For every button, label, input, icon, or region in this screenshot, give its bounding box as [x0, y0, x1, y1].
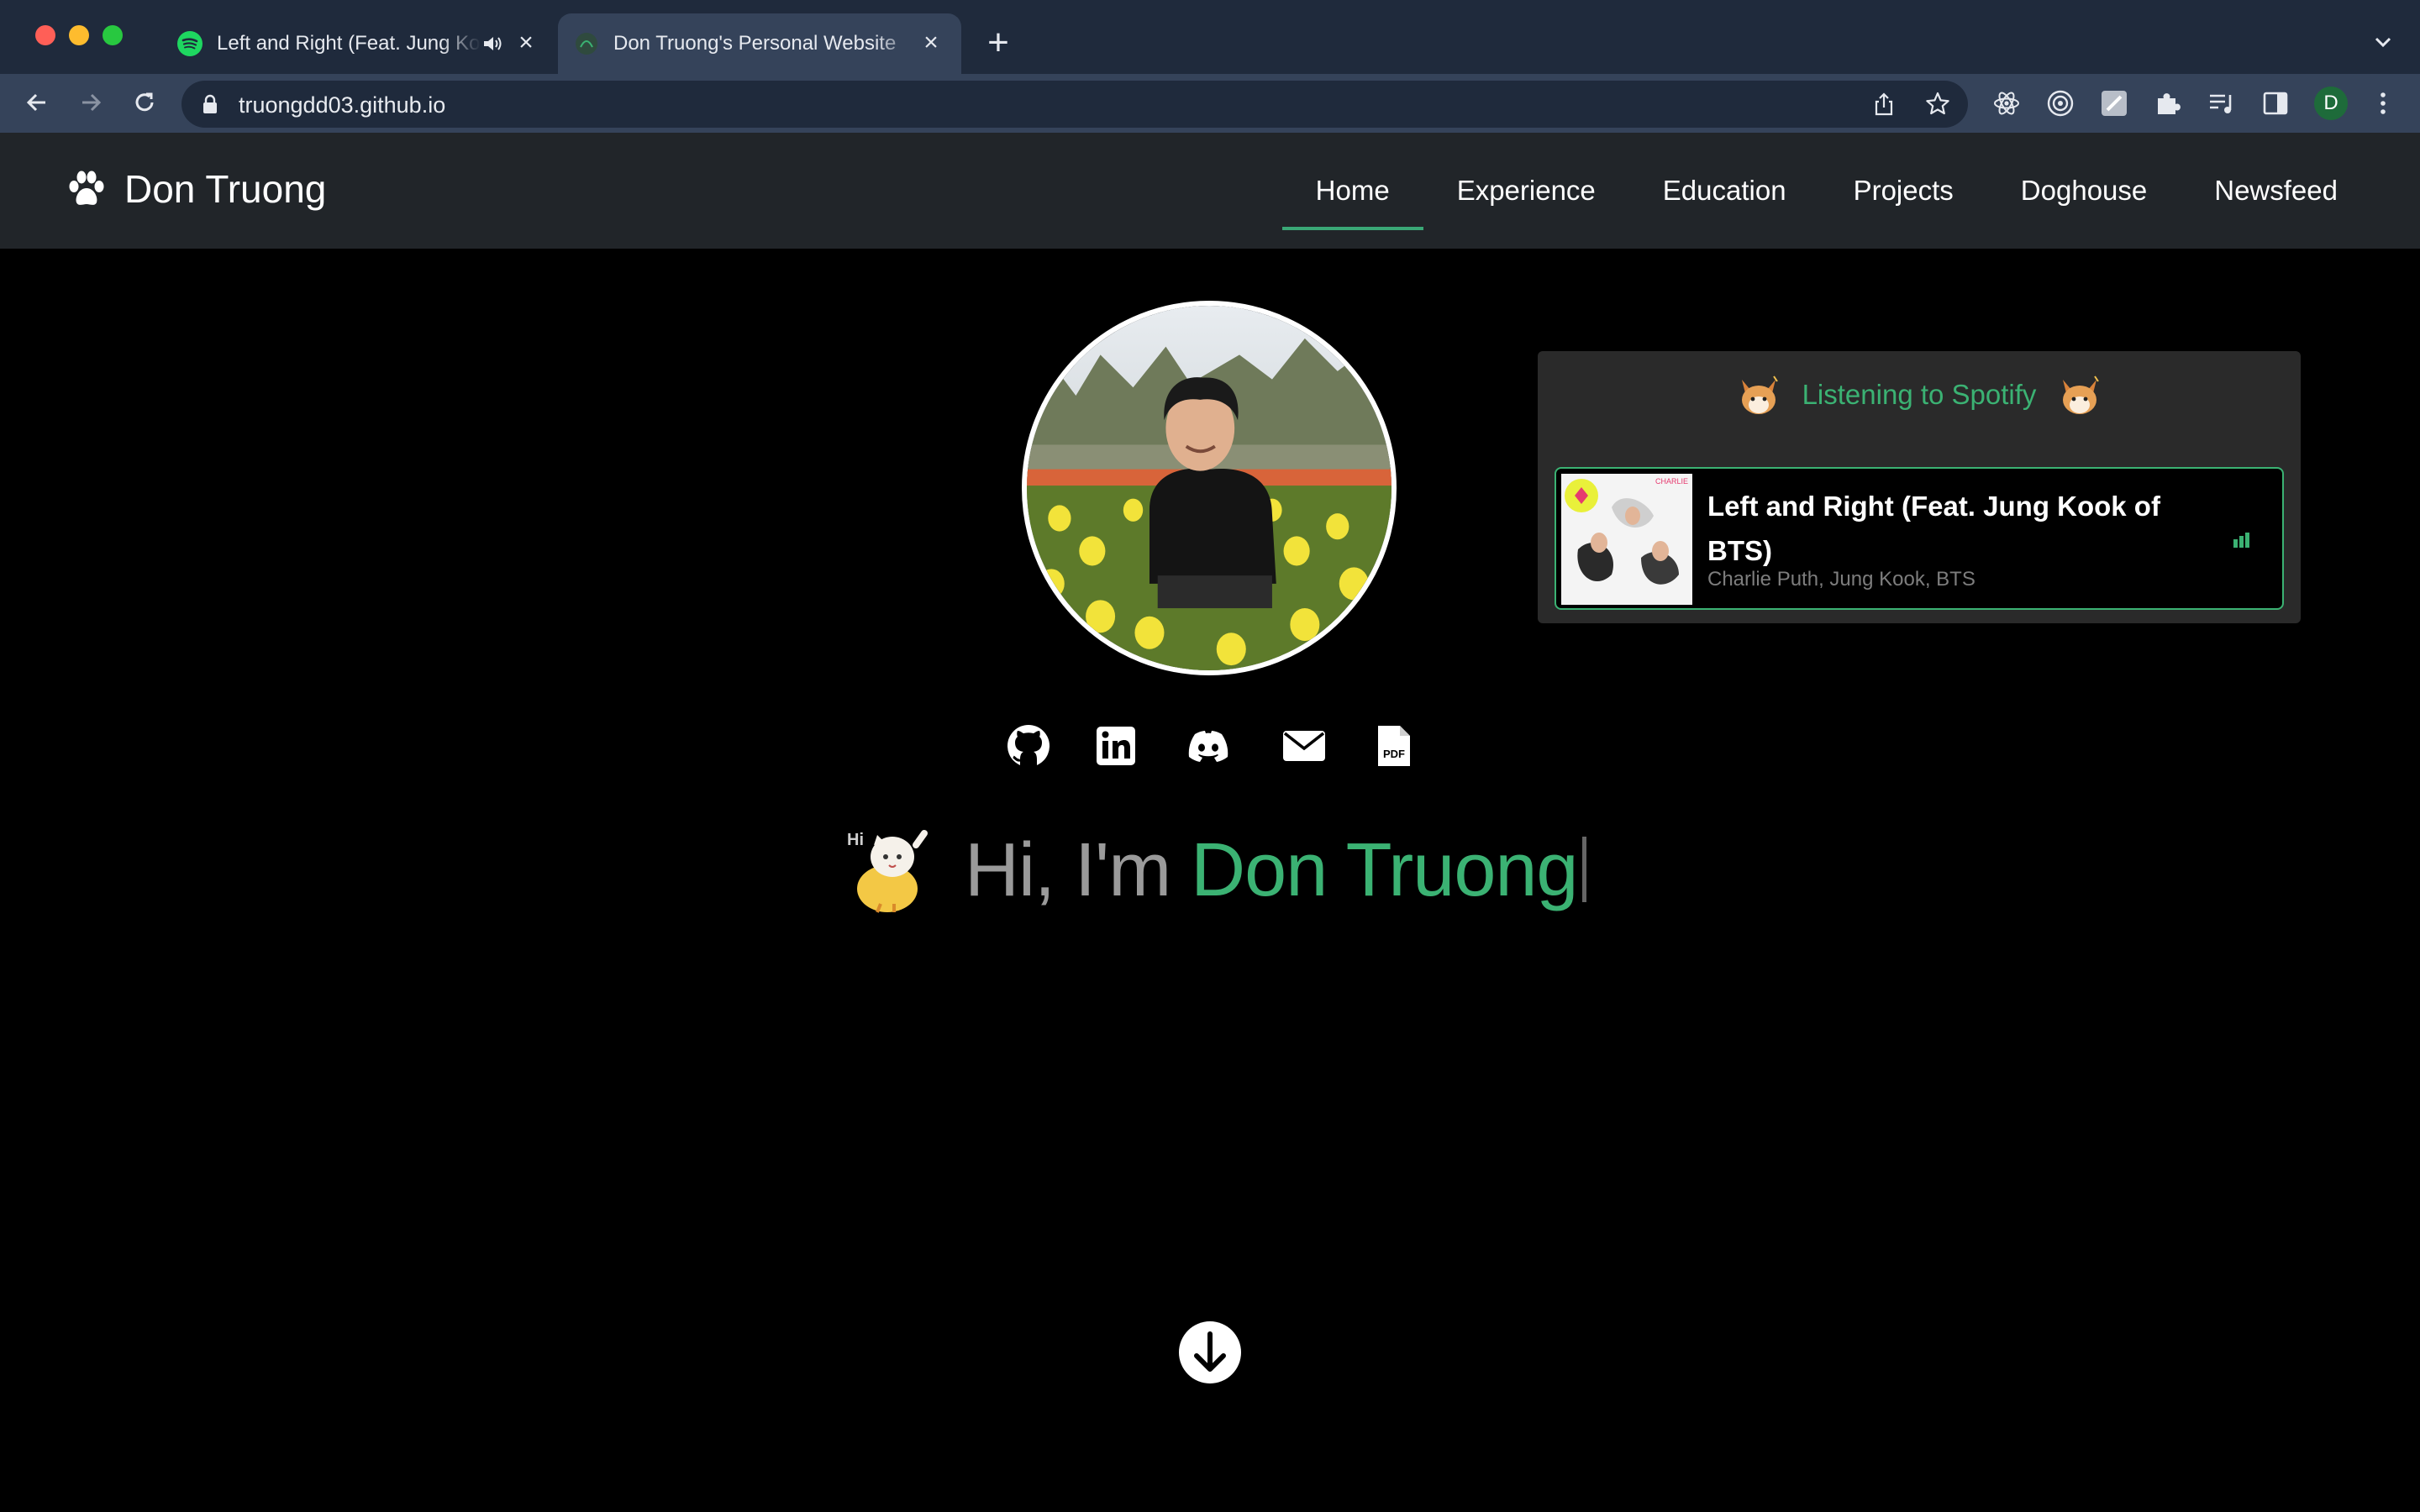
- hero-section: Listening to Spotify CHARLIE Left and Ri…: [0, 249, 2420, 1512]
- lock-icon[interactable]: [202, 94, 218, 114]
- nav-experience[interactable]: Experience: [1423, 133, 1629, 249]
- address-bar[interactable]: truongdd03.github.io: [182, 81, 1968, 128]
- discord-icon[interactable]: [1185, 722, 1232, 769]
- nav-newsfeed[interactable]: Newsfeed: [2181, 133, 2371, 249]
- side-panel-icon[interactable]: [2260, 88, 2291, 118]
- greeting-name: Don Truong: [1191, 827, 1578, 912]
- target-extension-icon[interactable]: [2045, 88, 2075, 118]
- svg-text:CHARLIE: CHARLIE: [1655, 477, 1688, 486]
- puzzle-icon[interactable]: [2153, 88, 2183, 118]
- more-menu-icon[interactable]: [2368, 88, 2398, 118]
- spotify-heading-label: Listening to Spotify: [1802, 379, 2037, 410]
- back-icon[interactable]: [20, 86, 54, 119]
- fox-sticker-icon: [2063, 375, 2100, 414]
- forward-icon[interactable]: [74, 86, 108, 119]
- speaker-icon[interactable]: [481, 32, 504, 55]
- svg-text:Hi: Hi: [847, 831, 864, 849]
- brand-link[interactable]: Don Truong: [66, 166, 326, 212]
- profile-avatar[interactable]: D: [2314, 87, 2348, 120]
- zoom-window-button[interactable]: [103, 25, 123, 45]
- close-window-button[interactable]: [35, 25, 55, 45]
- nav-home[interactable]: Home: [1281, 133, 1423, 249]
- paw-icon: [69, 171, 104, 205]
- fox-sticker-icon: [1741, 375, 1778, 414]
- album-cover: CHARLIE: [1561, 474, 1692, 605]
- profile-photo: [1022, 301, 1397, 675]
- close-tab-icon[interactable]: ×: [514, 30, 538, 55]
- social-links: PDF: [1005, 722, 1417, 769]
- now-playing-track[interactable]: CHARLIE Left and Right (Feat. Jung Kook …: [1555, 467, 2284, 610]
- greeting-prefix: Hi, I'm: [965, 827, 1192, 912]
- close-tab-icon[interactable]: ×: [919, 30, 943, 55]
- mail-icon[interactable]: [1281, 722, 1328, 769]
- url-text: truongdd03.github.io: [239, 92, 446, 118]
- minimize-window-button[interactable]: [69, 25, 89, 45]
- arrow-down-circle-icon[interactable]: [1178, 1320, 1242, 1384]
- tab-spotify[interactable]: Left and Right (Feat. Jung Kook of BTS) …: [161, 13, 556, 74]
- nav-projects[interactable]: Projects: [1820, 133, 1987, 249]
- site-navbar: Don Truong Home Experience Education Pro…: [0, 133, 2420, 249]
- tab-title: Don Truong's Personal Website: [613, 32, 897, 55]
- nav-doghouse[interactable]: Doghouse: [1987, 133, 2181, 249]
- spotify-icon: [177, 31, 203, 56]
- spotify-widget: Listening to Spotify CHARLIE Left and Ri…: [1538, 351, 2301, 623]
- track-artists: Charlie Puth, Jung Kook, BTS: [1707, 568, 1975, 591]
- tab-personal-website[interactable]: Don Truong's Personal Website ×: [558, 13, 961, 74]
- greeting: Hi Hi, I'm Don Truong: [844, 820, 1587, 921]
- svg-text:PDF: PDF: [1383, 748, 1405, 760]
- waving-duck-icon: Hi: [847, 830, 928, 913]
- brand-name: Don Truong: [124, 167, 327, 211]
- linkedin-icon[interactable]: [1092, 722, 1139, 769]
- nav-education[interactable]: Education: [1629, 133, 1820, 249]
- chevron-down-icon[interactable]: [2370, 30, 2396, 54]
- bookmark-star-icon[interactable]: [1924, 91, 1951, 118]
- reload-icon[interactable]: [128, 86, 161, 119]
- new-tab-button[interactable]: +: [981, 24, 1015, 61]
- greeting-text: Hi, I'm Don Truong: [965, 827, 1587, 914]
- pdf-resume-icon[interactable]: PDF: [1370, 722, 1417, 769]
- media-queue-icon[interactable]: [2207, 88, 2237, 118]
- github-icon[interactable]: [1005, 722, 1052, 769]
- share-icon[interactable]: [1870, 91, 1897, 118]
- track-title: Left and Right (Feat. Jung Kook of BTS): [1707, 491, 2160, 566]
- tab-title: Left and Right (Feat. Jung Kook of BTS) …: [217, 32, 481, 55]
- browser-toolbar: truongdd03.github.io D: [0, 74, 2420, 133]
- extension-tile-icon[interactable]: [2099, 88, 2129, 118]
- nav-links: Home Experience Education Projects Dogho…: [1281, 133, 2371, 249]
- spotify-heading: Listening to Spotify: [1538, 368, 2301, 422]
- browser-tab-bar: Left and Right (Feat. Jung Kook of BTS) …: [0, 0, 2420, 74]
- site-icon: [576, 33, 597, 55]
- typing-cursor: [1582, 836, 1587, 902]
- equalizer-bars-icon: [2233, 533, 2249, 548]
- react-devtools-icon[interactable]: [1991, 88, 2022, 118]
